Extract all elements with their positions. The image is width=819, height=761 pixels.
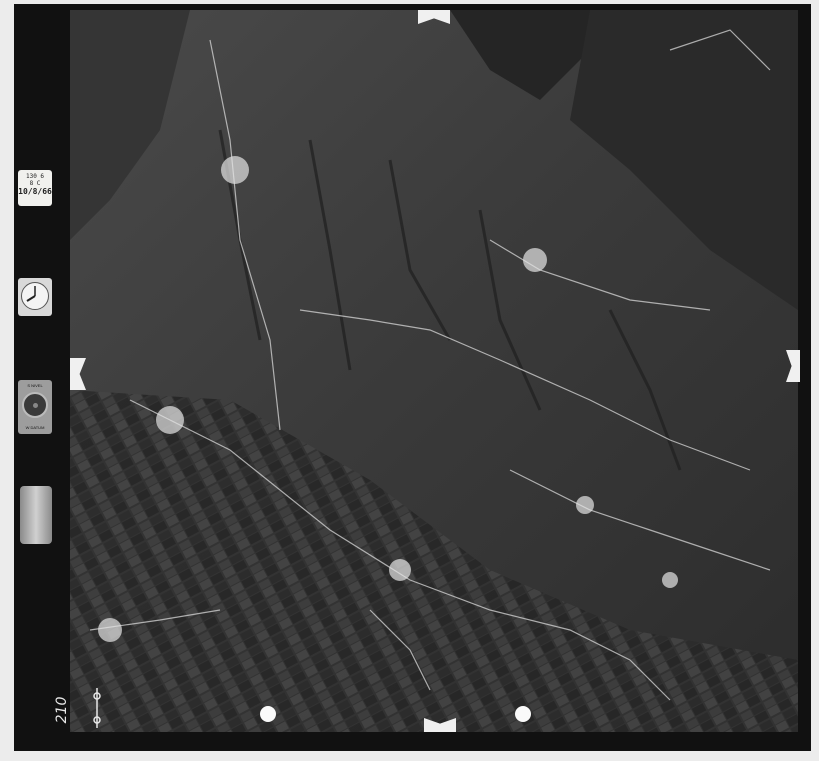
fiducial-dot-left bbox=[260, 706, 276, 722]
date-stamp: 130 6 8 C 10/8/66 bbox=[18, 170, 52, 206]
stamp-line-2: 8 C bbox=[29, 180, 41, 187]
stamp-line-1: 130 6 bbox=[25, 173, 45, 180]
level-gauge: S NIVEL W DATUM bbox=[18, 380, 52, 434]
level-bottom-label: W DATUM bbox=[25, 425, 45, 430]
clock-icon bbox=[21, 282, 49, 310]
bubble-level-icon bbox=[22, 392, 48, 418]
clock-gauge bbox=[18, 278, 52, 316]
aerial-photograph bbox=[70, 10, 798, 732]
frame-index-mark-icon bbox=[93, 688, 101, 728]
fiducial-dot-right bbox=[515, 706, 531, 722]
instrument-panel: 130 6 8 C 10/8/66 S NIVEL W DATUM bbox=[14, 4, 70, 751]
terrain-svg bbox=[70, 10, 798, 732]
level-top-label: S NIVEL bbox=[27, 383, 43, 388]
stamp-date: 10/8/66 bbox=[18, 187, 52, 196]
altimeter-gauge bbox=[20, 486, 52, 544]
frame-number: 210 bbox=[54, 696, 70, 724]
